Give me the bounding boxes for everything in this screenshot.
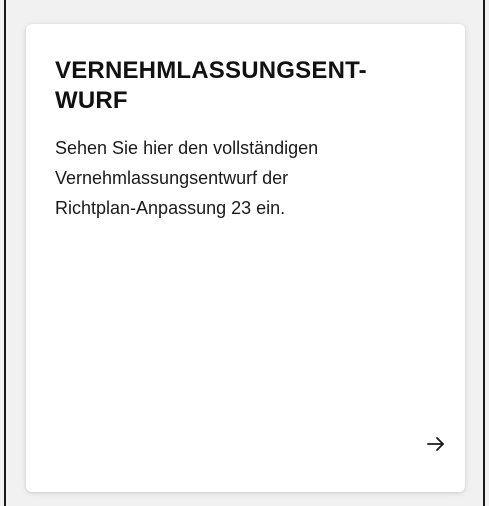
card-description-line-1: Sehen Sie hier den vollständigen [55,138,319,158]
document-card-link[interactable]: VERNEHMLASSUNGSENT- WURF Sehen Sie hier … [26,24,465,492]
arrow-right-icon[interactable] [425,433,447,455]
card-title-line-1: VERNEHMLASSUNGSENT- [55,57,367,84]
card-description-line-3: Richtplan-Anpassung 23 ein. [55,198,286,218]
card-title: VERNEHMLASSUNGSENT- WURF [55,56,435,116]
card-title-line-2: WURF [55,87,128,114]
card-description: Sehen Sie hier den vollständigen Vernehm… [55,133,425,223]
card-description-line-2: Vernehmlassungsentwurf der [55,168,289,188]
